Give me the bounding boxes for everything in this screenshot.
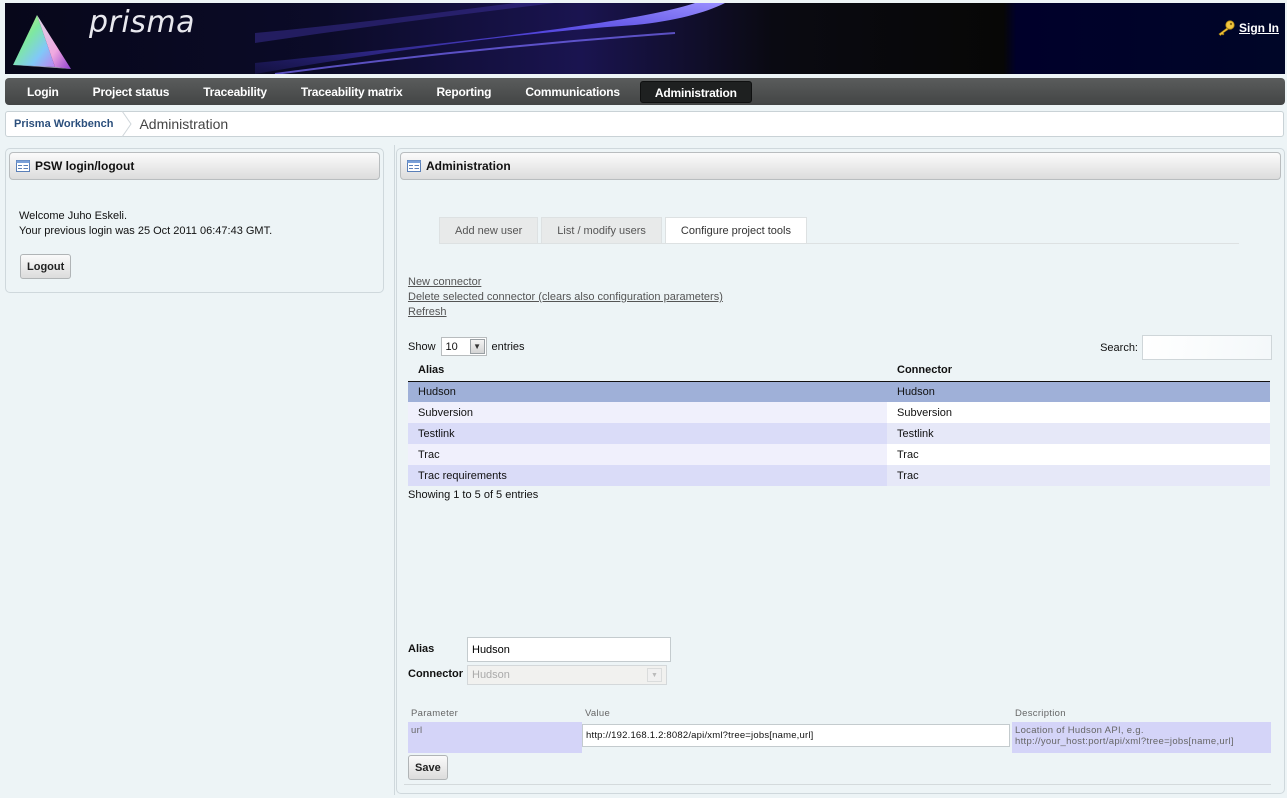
connector-cell[interactable]: Hudson <box>887 381 1270 402</box>
form-divider <box>404 784 1271 785</box>
logo-text: prisma <box>89 5 195 40</box>
nav-item-administration[interactable]: Administration <box>639 80 752 103</box>
page-size-select[interactable]: 10 ▼ <box>440 337 487 356</box>
parameters-table: Parameter Value Description url Location… <box>408 704 1271 753</box>
main-nav: Login Project status Traceability Tracea… <box>5 78 1285 105</box>
parameter-name: url <box>408 722 582 753</box>
login-panel-header: PSW login/logout <box>9 152 380 180</box>
parameter-row: url Location of Hudson API, e.g. http://… <box>408 722 1271 753</box>
search-input[interactable] <box>1142 335 1272 360</box>
previous-login-message: Your previous login was 25 Oct 2011 06:4… <box>19 225 273 237</box>
column-header-description: Description <box>1015 707 1066 719</box>
prisma-logo-icon <box>13 15 71 69</box>
connector-cell[interactable]: Trac <box>887 444 1270 465</box>
connector-cell[interactable]: Trac <box>887 465 1270 486</box>
sign-in-link[interactable]: Sign In <box>1217 20 1279 36</box>
welcome-text: Welcome Juho Eskeli. Your previous login… <box>19 209 272 239</box>
alias-cell[interactable]: Subversion <box>408 402 887 423</box>
logout-button[interactable]: Logout <box>20 254 72 279</box>
alias-label: Alias <box>408 643 435 655</box>
connector-select-value: Hudson <box>472 669 510 681</box>
banner-swoosh-graphic <box>255 3 725 74</box>
page-size-value: 10 <box>445 340 458 353</box>
alias-cell[interactable]: Hudson <box>408 381 887 402</box>
administration-panel: Administration Add new user List / modif… <box>396 148 1285 794</box>
breadcrumb: Prisma Workbench Administration <box>5 111 1284 137</box>
parameter-description: Location of Hudson API, e.g. http://your… <box>1012 722 1271 753</box>
new-connector-link[interactable]: New connector <box>408 275 723 290</box>
column-header-value: Value <box>585 707 611 719</box>
refresh-link[interactable]: Refresh <box>408 305 723 320</box>
table-search: Search: <box>1100 335 1272 360</box>
breadcrumb-home-link[interactable]: Prisma Workbench <box>6 112 121 136</box>
column-header-connector[interactable]: Connector <box>887 360 1270 382</box>
login-panel: PSW login/logout Welcome Juho Eskeli. Yo… <box>5 148 384 293</box>
connector-label: Connector <box>408 668 463 680</box>
breadcrumb-current: Administration <box>139 116 229 132</box>
tab-list-modify-users[interactable]: List / modify users <box>541 217 662 244</box>
column-header-parameter: Parameter <box>411 707 459 719</box>
alias-input[interactable] <box>467 637 671 662</box>
alias-cell[interactable]: Trac requirements <box>408 465 887 486</box>
tab-configure-project-tools[interactable]: Configure project tools <box>664 217 807 244</box>
window-icon <box>16 160 30 172</box>
alias-cell[interactable]: Testlink <box>408 423 887 444</box>
connector-select: Hudson ▼ <box>467 665 667 685</box>
key-icon <box>1218 20 1235 36</box>
parameter-value-cell <box>582 722 1012 753</box>
chevron-down-icon: ▼ <box>647 668 662 682</box>
page-size-control: Show 10 ▼ entries <box>408 337 525 356</box>
nav-item-traceability-matrix[interactable]: Traceability matrix <box>287 81 417 103</box>
description-line: http://your_host:port/api/xml?tree=jobs[… <box>1015 736 1234 747</box>
login-panel-title: PSW login/logout <box>35 159 135 173</box>
chevron-down-icon[interactable]: ▼ <box>469 339 485 354</box>
table-row[interactable]: Subversion Subversion <box>408 402 1270 423</box>
table-row[interactable]: Hudson Hudson <box>408 381 1270 402</box>
table-row[interactable]: Testlink Testlink <box>408 423 1270 444</box>
tabs-divider <box>439 243 1239 244</box>
table-header-row: Alias Connector <box>408 360 1270 382</box>
nav-item-project-status[interactable]: Project status <box>79 81 184 103</box>
column-header-alias[interactable]: Alias <box>408 360 887 382</box>
administration-panel-title: Administration <box>426 159 511 173</box>
description-line: Location of Hudson API, e.g. <box>1015 725 1144 736</box>
connector-cell[interactable]: Subversion <box>887 402 1270 423</box>
column-divider <box>394 145 395 795</box>
search-label: Search: <box>1100 341 1138 354</box>
nav-item-login[interactable]: Login <box>13 81 73 103</box>
header-banner: prisma Sign In <box>5 3 1285 74</box>
connectors-table: Alias Connector Hudson Hudson Subversion… <box>408 360 1270 486</box>
parameter-value-input[interactable] <box>582 724 1010 747</box>
table-row[interactable]: Trac Trac <box>408 444 1270 465</box>
alias-cell[interactable]: Trac <box>408 444 887 465</box>
sign-in-label[interactable]: Sign In <box>1239 21 1279 35</box>
nav-item-reporting[interactable]: Reporting <box>422 81 505 103</box>
show-label: Show <box>408 340 436 353</box>
welcome-message: Welcome Juho Eskeli. <box>19 210 128 222</box>
connector-cell[interactable]: Testlink <box>887 423 1270 444</box>
save-button[interactable]: Save <box>408 755 448 780</box>
administration-panel-header: Administration <box>400 152 1281 180</box>
table-info: Showing 1 to 5 of 5 entries <box>408 489 539 501</box>
admin-tabs: Add new user List / modify users Configu… <box>439 217 810 244</box>
breadcrumb-separator-icon <box>122 111 133 137</box>
window-icon <box>407 160 421 172</box>
nav-item-traceability[interactable]: Traceability <box>189 81 281 103</box>
table-row[interactable]: Trac requirements Trac <box>408 465 1270 486</box>
connector-actions: New connector Delete selected connector … <box>408 275 723 320</box>
nav-item-communications[interactable]: Communications <box>511 81 634 103</box>
tab-add-new-user[interactable]: Add new user <box>439 217 539 244</box>
entries-label: entries <box>491 340 525 353</box>
parameters-header-row: Parameter Value Description <box>408 704 1271 722</box>
delete-connector-link[interactable]: Delete selected connector (clears also c… <box>408 290 723 305</box>
